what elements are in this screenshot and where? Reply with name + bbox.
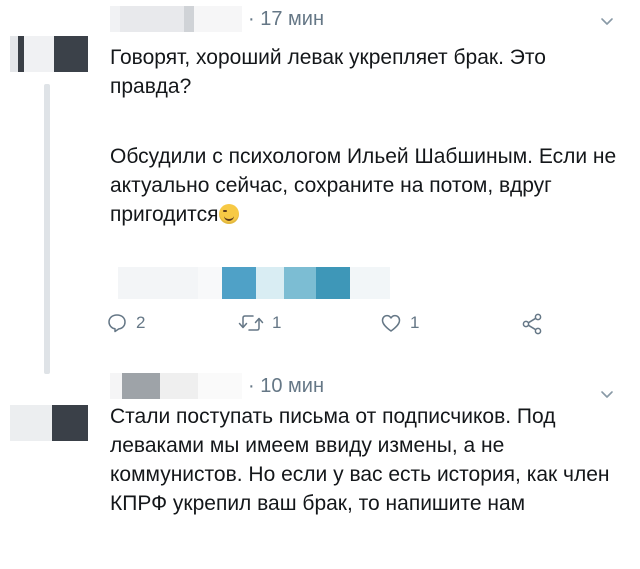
redacted-username[interactable] [110, 373, 242, 399]
tweet-text: Обсудили с психологом Ильей Шабшиным. Ес… [110, 142, 630, 229]
avatar[interactable] [10, 405, 88, 441]
redacted-block [222, 267, 256, 299]
like-count: 1 [410, 313, 420, 332]
tweet[interactable]: · 10 мин Стали поступать письма от подпи… [0, 365, 640, 569]
tweet-text: Стали поступать письма от подписчиков. П… [110, 405, 616, 515]
tweet-header: · 10 мин [110, 371, 324, 401]
winking-face-icon [219, 204, 240, 224]
tweet-header: · 17 мин [110, 4, 324, 34]
tweet-actions: 2 1 1 [106, 312, 566, 342]
tweet[interactable]: · 17 мин Говорят, хороший левак укрепляе… [0, 0, 640, 375]
link-preview-card[interactable] [118, 262, 430, 302]
heart-icon [381, 314, 401, 332]
thread-connector-line [44, 84, 50, 374]
tweet-timestamp[interactable]: · 17 мин [248, 8, 324, 31]
reply-button[interactable]: 2 [106, 312, 145, 334]
avatar[interactable] [10, 36, 88, 72]
chevron-down-icon[interactable] [600, 387, 614, 401]
share-icon [522, 313, 542, 335]
redacted-block [316, 267, 350, 299]
reply-icon [108, 314, 126, 333]
chevron-down-icon[interactable] [600, 14, 614, 28]
redacted-block [256, 267, 284, 299]
retweet-button[interactable]: 1 [238, 312, 281, 334]
retweet-count: 1 [272, 313, 282, 332]
tweet-timestamp[interactable]: · 10 мин [248, 375, 324, 398]
retweet-icon [238, 315, 264, 331]
tweet-text: Говорят, хороший левак укрепляет брак. Э… [110, 46, 552, 98]
redacted-block [350, 267, 390, 299]
share-button[interactable] [520, 312, 544, 336]
redacted-block [284, 267, 316, 299]
redacted-username[interactable] [110, 6, 242, 32]
redacted-block [118, 267, 198, 299]
tweet-text-line: Обсудили с психологом Ильей Шабшиным. Ес… [110, 145, 623, 226]
reply-count: 2 [136, 313, 146, 332]
like-button[interactable]: 1 [380, 312, 419, 334]
redacted-block [198, 267, 222, 299]
